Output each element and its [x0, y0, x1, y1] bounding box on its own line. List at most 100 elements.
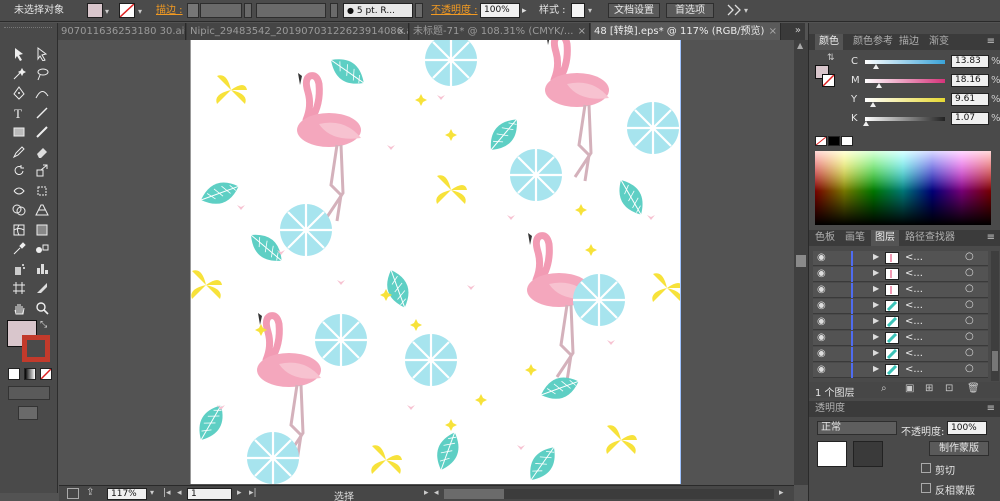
eye-icon[interactable]: ◉ [817, 332, 826, 343]
eye-icon[interactable]: ◉ [817, 284, 826, 295]
expand-icon[interactable]: ▶ [873, 300, 879, 309]
target-icon[interactable]: ○ [965, 315, 974, 326]
last-artboard-icon[interactable]: ▸| [249, 488, 257, 498]
lock-toggle[interactable] [833, 364, 843, 376]
artboard[interactable] [190, 40, 680, 484]
white-swatch[interactable] [841, 136, 853, 146]
profile-dropdown[interactable] [330, 3, 338, 18]
brush-dropdown[interactable] [415, 3, 423, 18]
layer-name[interactable]: <... [905, 300, 923, 311]
paintbrush-icon[interactable] [32, 123, 52, 141]
prev-artboard-icon[interactable]: ◂ [177, 488, 182, 498]
lock-toggle[interactable] [833, 300, 843, 312]
channel-value-field[interactable]: 18.16 [951, 74, 989, 87]
scroll-left-icon[interactable]: ◂ [434, 488, 439, 498]
target-icon[interactable]: ○ [965, 347, 974, 358]
layer-name[interactable]: <... [905, 252, 923, 263]
stroke-color-box[interactable] [22, 335, 50, 362]
tab-overflow-icon[interactable]: » [795, 25, 801, 36]
close-icon[interactable]: × [578, 23, 586, 40]
selection-icon[interactable] [9, 45, 29, 63]
chevron-down-icon[interactable]: ▾ [744, 6, 748, 21]
swap-icon[interactable]: ⇅ [827, 53, 835, 63]
slider-handle[interactable] [873, 64, 880, 69]
eyedropper-icon[interactable] [9, 240, 29, 258]
gradient-icon[interactable] [32, 221, 52, 239]
artboard-icon[interactable] [9, 279, 29, 297]
eraser-icon[interactable] [32, 143, 52, 161]
symbol-sprayer-icon[interactable] [9, 260, 29, 278]
first-artboard-icon[interactable]: |◂ [163, 488, 171, 498]
tab-document-2[interactable]: Nipic_29483542_20190703122623914086.ai* × [187, 23, 409, 40]
clipping-mask-icon[interactable]: ▣ [905, 383, 914, 394]
shape-builder-icon[interactable] [9, 201, 29, 219]
type-icon[interactable]: T [9, 104, 29, 122]
target-icon[interactable]: ○ [965, 331, 974, 342]
variable-width-profile[interactable] [256, 3, 326, 18]
arrange-documents-icon[interactable] [726, 3, 742, 18]
stroke-swatch[interactable] [119, 3, 135, 18]
lock-toggle[interactable] [833, 268, 843, 280]
layer-row[interactable]: ◉ ▶ <... ○ [813, 267, 988, 282]
channel-value-field[interactable]: 9.61 [951, 93, 989, 106]
transparency-title[interactable]: 透明度 [811, 401, 849, 417]
panel-menu-icon[interactable]: ≡ [987, 403, 995, 414]
layer-row[interactable]: ◉ ▶ <... ○ [813, 251, 988, 266]
vertical-scrollbar[interactable]: ▲ [794, 40, 808, 485]
tab-document-4[interactable]: 48 [转换].eps* @ 117% (RGB/预览) × [591, 23, 781, 40]
expand-icon[interactable]: ▶ [873, 316, 879, 325]
canvas-icon[interactable] [67, 488, 79, 499]
hand-icon[interactable] [9, 299, 29, 317]
tab-brushes[interactable]: 画笔 [841, 230, 869, 246]
slider-handle[interactable] [870, 102, 876, 107]
tab-document-3[interactable]: 未标题-71* @ 108.31% (CMYK/... × [410, 23, 590, 40]
artboard-field[interactable]: 1 [187, 488, 232, 500]
transparency-opacity-field[interactable]: 100% [947, 421, 987, 435]
target-icon[interactable]: ○ [965, 299, 974, 310]
layer-row[interactable]: ◉ ▶ <... ○ [813, 299, 988, 314]
tab-layers[interactable]: 图层 [871, 230, 899, 246]
scale-icon[interactable] [32, 162, 52, 180]
horizontal-scrollbar[interactable] [444, 489, 774, 499]
eye-icon[interactable]: ◉ [817, 268, 826, 279]
layer-row[interactable]: ◉ ▶ <... ○ [813, 283, 988, 298]
clip-checkbox[interactable] [921, 463, 931, 473]
close-icon[interactable]: × [769, 23, 777, 40]
status-menu-icon[interactable]: ▸ [424, 488, 429, 498]
expand-icon[interactable]: ▶ [873, 268, 879, 277]
tab-gradient[interactable]: 渐变 [925, 34, 953, 50]
target-icon[interactable]: ○ [965, 251, 974, 262]
toolbox-grip[interactable] [4, 27, 52, 33]
magic-wand-icon[interactable] [9, 65, 29, 83]
channel-value-field[interactable]: 13.83 [951, 55, 989, 68]
tab-pathfinder[interactable]: 路径查找器 [901, 230, 959, 246]
color-panel-stroke-swatch[interactable] [822, 74, 835, 87]
brush-definition[interactable]: ● 5 pt. R... [343, 3, 413, 18]
eye-icon[interactable]: ◉ [817, 364, 826, 375]
stroke-weight-stepper[interactable] [187, 3, 199, 18]
draw-mode-icon[interactable] [8, 386, 50, 400]
chevron-down-icon[interactable]: ▾ [138, 7, 142, 22]
screen-mode-icon[interactable] [18, 406, 38, 420]
layer-row[interactable]: ◉ ▶ <... ○ [813, 331, 988, 346]
channel-value-field[interactable]: 1.07 [951, 112, 989, 125]
lock-toggle[interactable] [833, 316, 843, 328]
color-mode-icon[interactable] [8, 368, 20, 380]
chevron-down-icon[interactable]: ▾ [150, 488, 154, 497]
channel-slider[interactable] [865, 98, 945, 102]
eye-icon[interactable]: ◉ [817, 252, 826, 263]
opacity-label[interactable]: 不透明度 : [431, 3, 478, 18]
slider-handle[interactable] [862, 121, 869, 126]
new-sublayer-icon[interactable]: ⊞ [925, 383, 933, 394]
panel-menu-icon[interactable]: ≡ [987, 36, 995, 47]
layer-name[interactable]: <... [905, 316, 923, 327]
rotate-icon[interactable] [9, 162, 29, 180]
chevron-right-icon[interactable]: ▸ [522, 6, 527, 21]
free-transform-icon[interactable] [32, 182, 52, 200]
layer-name[interactable]: <... [905, 284, 923, 295]
opacity-field[interactable]: 100% [480, 3, 520, 18]
expand-icon[interactable]: ▶ [873, 252, 879, 261]
lock-toggle[interactable] [833, 348, 843, 360]
document-setup-button[interactable]: 文档设置 [608, 3, 660, 18]
eye-icon[interactable]: ◉ [817, 316, 826, 327]
